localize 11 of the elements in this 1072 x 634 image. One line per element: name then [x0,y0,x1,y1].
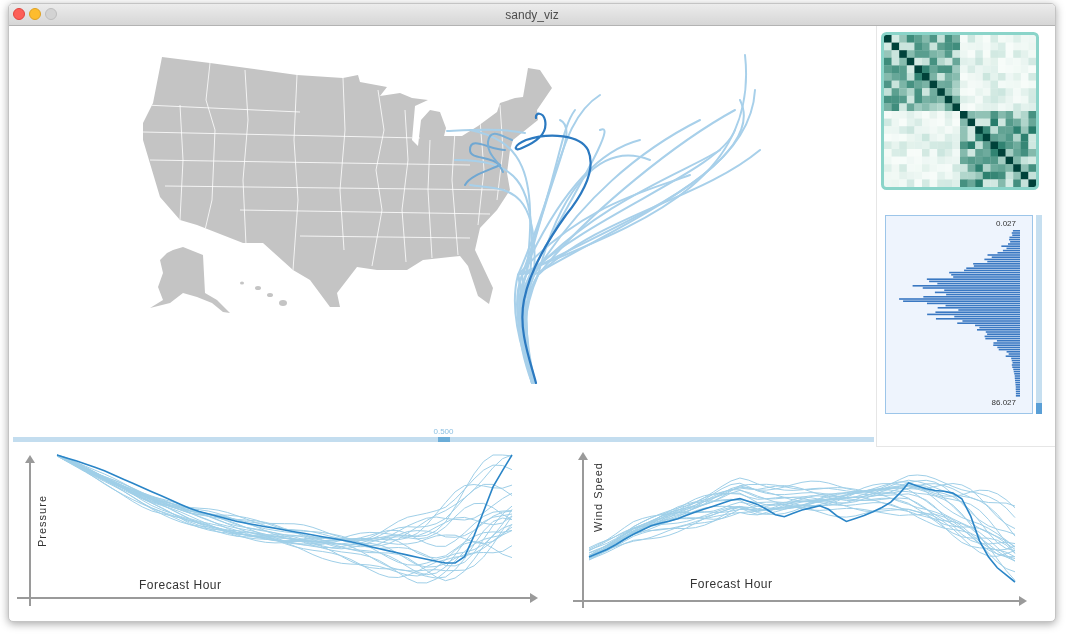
minimize-button[interactable] [29,8,41,20]
range-label: 0.027 [995,219,1017,228]
y-axis-label: Pressure [36,495,48,547]
range-label: 86.027 [991,398,1017,407]
slider-thumb[interactable] [437,437,450,442]
window-title: sandy_viz [505,7,559,22]
slider-track[interactable] [13,437,874,442]
scrollbar-thumb[interactable] [1036,403,1042,414]
scrollbar-track[interactable] [1036,215,1042,414]
close-button[interactable] [13,8,25,20]
slider-value: 0.500 [433,428,454,436]
